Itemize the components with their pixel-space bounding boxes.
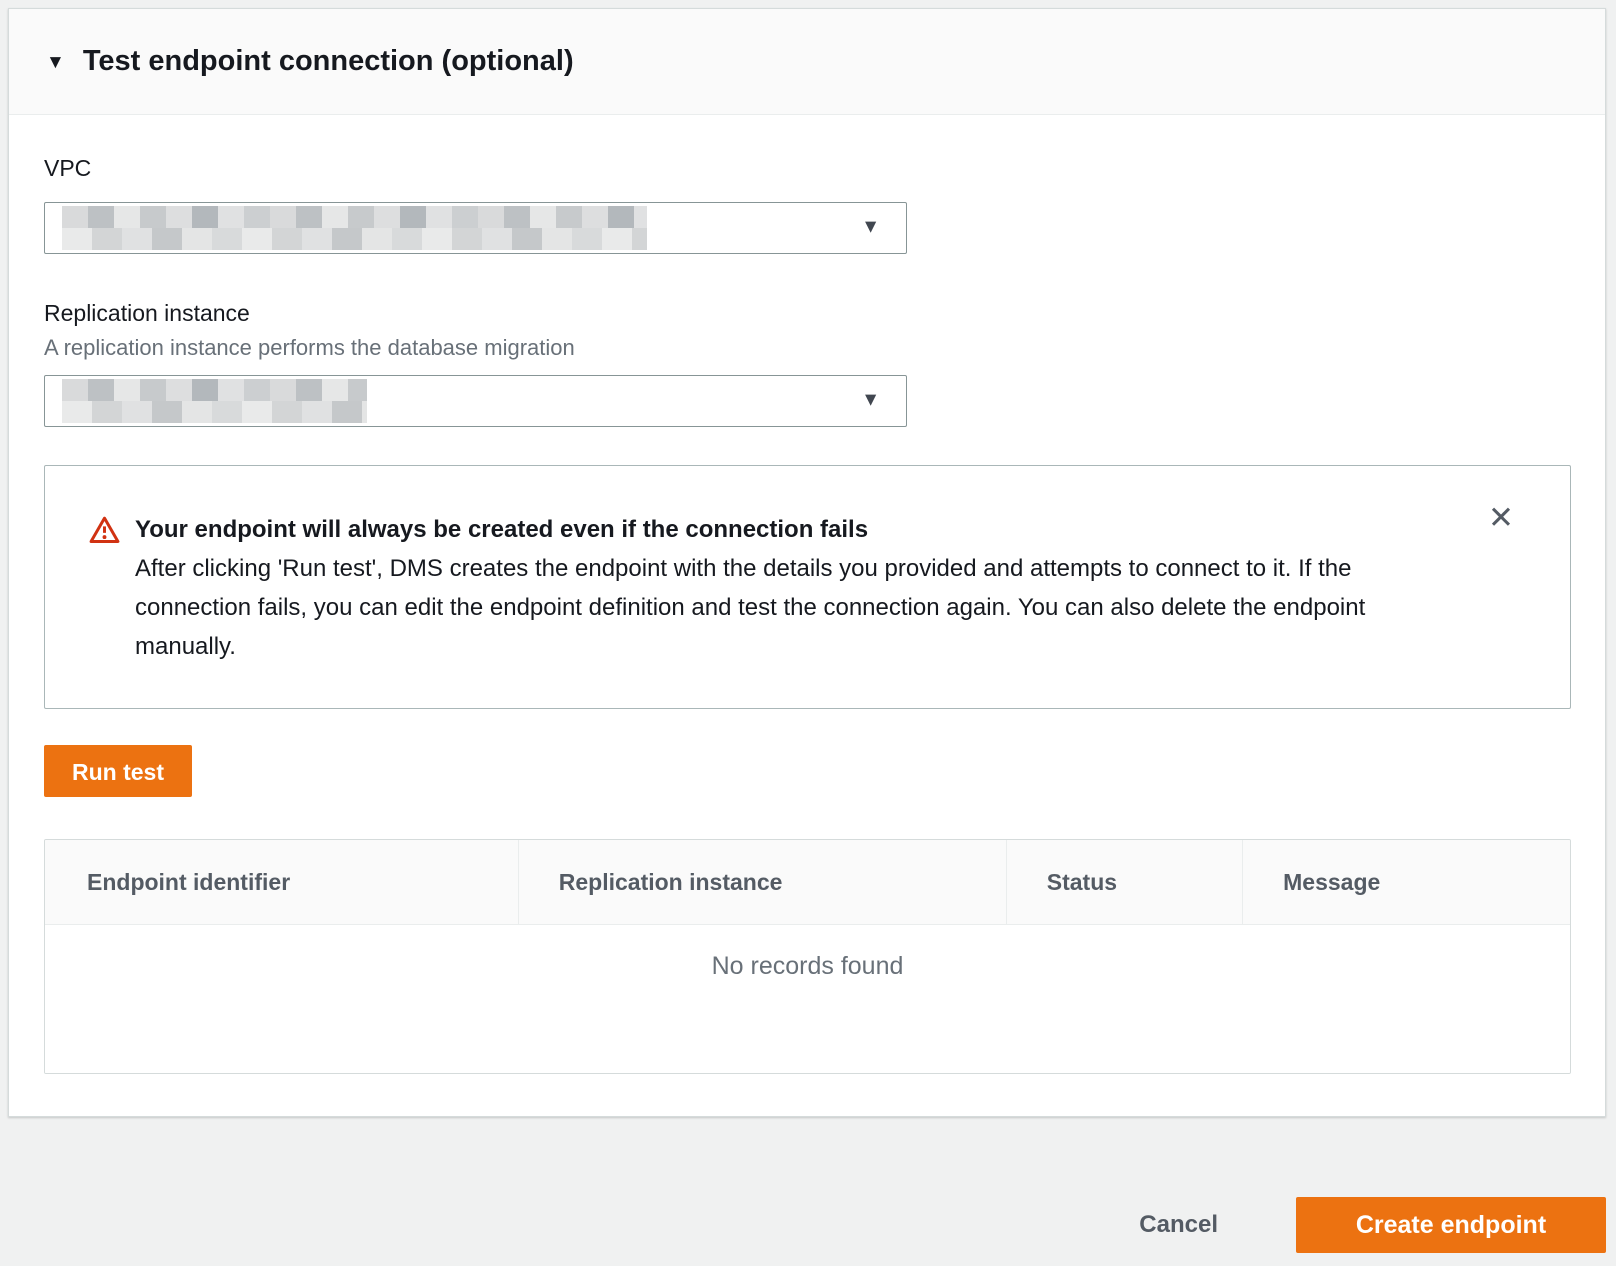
test-results-table: Endpoint identifier Replication instance… <box>44 839 1571 1074</box>
column-header-status: Status <box>1006 840 1242 924</box>
vpc-select[interactable]: ▼ <box>44 202 907 254</box>
replication-instance-redacted-value <box>62 379 367 423</box>
table-header-row: Endpoint identifier Replication instance… <box>45 840 1570 925</box>
vpc-label: VPC <box>44 155 1571 182</box>
replication-instance-field-group: Replication instance A replication insta… <box>44 300 1571 427</box>
chevron-down-icon: ▼ <box>861 391 880 410</box>
column-header-message: Message <box>1242 840 1570 924</box>
replication-instance-label: Replication instance <box>44 300 1571 327</box>
chevron-down-icon: ▼ <box>861 218 880 237</box>
form-action-footer: Cancel Create endpoint <box>0 1117 1616 1253</box>
warning-alert-body: After clicking 'Run test', DMS creates t… <box>135 549 1427 666</box>
run-test-button[interactable]: Run test <box>44 745 192 797</box>
replication-instance-select[interactable]: ▼ <box>44 375 907 427</box>
vpc-redacted-value <box>62 206 647 250</box>
section-title: Test endpoint connection (optional) <box>83 45 574 78</box>
close-icon[interactable]: ✕ <box>1488 502 1514 533</box>
warning-alert-title: Your endpoint will always be created eve… <box>135 510 1427 549</box>
column-header-endpoint-identifier: Endpoint identifier <box>45 840 518 924</box>
test-endpoint-connection-panel: ▼ Test endpoint connection (optional) VP… <box>8 8 1606 1117</box>
no-records-message: No records found <box>712 952 904 980</box>
section-content: VPC ▼ Replication instance A replication… <box>9 115 1605 1116</box>
section-header[interactable]: ▼ Test endpoint connection (optional) <box>9 9 1605 115</box>
collapse-caret-icon[interactable]: ▼ <box>46 53 65 72</box>
cancel-button[interactable]: Cancel <box>1119 1201 1238 1249</box>
warning-alert-text: Your endpoint will always be created eve… <box>135 510 1427 666</box>
column-header-replication-instance: Replication instance <box>518 840 1006 924</box>
table-empty-state: No records found <box>45 925 1570 1073</box>
create-endpoint-button[interactable]: Create endpoint <box>1296 1197 1606 1253</box>
warning-triangle-icon <box>89 510 135 666</box>
vpc-field-group: VPC ▼ <box>44 155 1571 254</box>
warning-alert: Your endpoint will always be created eve… <box>44 465 1571 709</box>
replication-instance-description: A replication instance performs the data… <box>44 335 1571 361</box>
